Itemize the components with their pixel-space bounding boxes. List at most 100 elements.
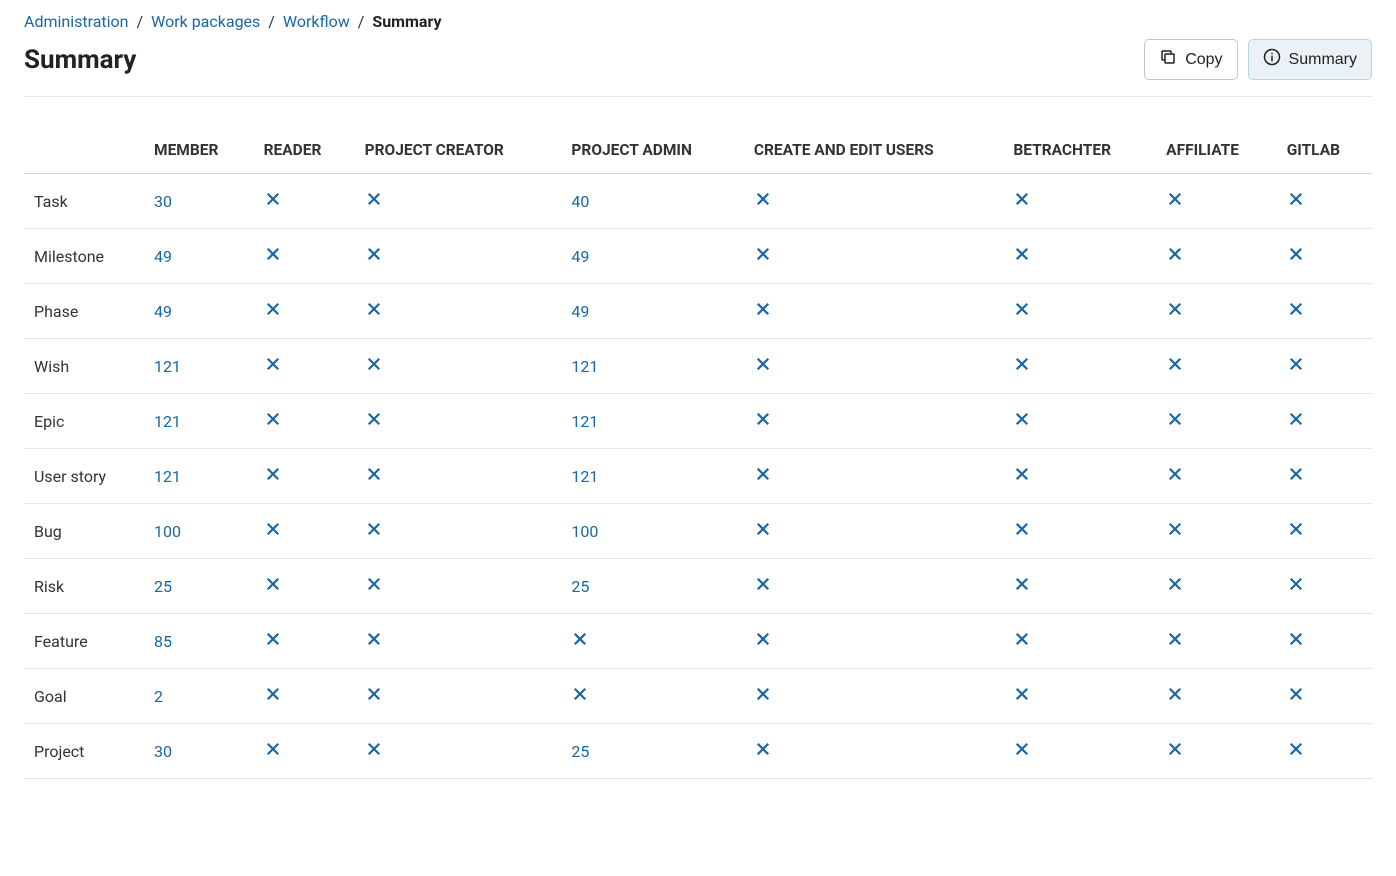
workflow-summary-table: MEMBERREADERPROJECT CREATORPROJECT ADMIN… — [24, 127, 1372, 779]
table-cell — [561, 669, 743, 724]
workflow-count-link[interactable]: 25 — [154, 577, 172, 596]
table-cell: 121 — [561, 449, 743, 504]
table-header-empty — [24, 127, 144, 174]
x-icon — [1166, 190, 1184, 208]
x-icon — [1013, 520, 1031, 538]
workflow-count-link[interactable]: 30 — [154, 192, 172, 211]
x-icon — [754, 740, 772, 758]
copy-button[interactable]: Copy — [1144, 39, 1237, 80]
table-cell — [1156, 724, 1277, 779]
x-icon — [365, 575, 383, 593]
x-icon — [754, 355, 772, 373]
x-icon — [1287, 465, 1305, 483]
table-cell — [1277, 394, 1372, 449]
x-icon — [365, 630, 383, 648]
x-icon — [264, 190, 282, 208]
row-label: Task — [24, 174, 144, 229]
x-icon — [1013, 630, 1031, 648]
workflow-count-link[interactable]: 25 — [571, 577, 589, 596]
table-row: Task 30 40 — [24, 174, 1372, 229]
table-row: Feature 85 — [24, 614, 1372, 669]
x-icon — [1013, 190, 1031, 208]
workflow-count-link[interactable]: 121 — [571, 412, 598, 431]
table-header-cell: BETRACHTER — [1003, 127, 1156, 174]
table-cell: 85 — [144, 614, 254, 669]
x-icon — [365, 355, 383, 373]
row-label: Bug — [24, 504, 144, 559]
info-icon — [1263, 48, 1281, 71]
workflow-count-link[interactable]: 30 — [154, 742, 172, 761]
table-cell — [744, 449, 1004, 504]
x-icon — [264, 355, 282, 373]
table-cell — [254, 669, 355, 724]
breadcrumb-link-work-packages[interactable]: Work packages — [151, 12, 260, 31]
breadcrumb-separator: / — [137, 12, 144, 31]
table-row: Bug 100 100 — [24, 504, 1372, 559]
table-cell — [254, 504, 355, 559]
table-cell: 121 — [561, 394, 743, 449]
table-cell — [1277, 449, 1372, 504]
workflow-count-link[interactable]: 121 — [571, 467, 598, 486]
workflow-count-link[interactable]: 121 — [154, 412, 181, 431]
table-row: Milestone4949 — [24, 229, 1372, 284]
table-cell — [1156, 669, 1277, 724]
x-icon — [264, 575, 282, 593]
table-cell — [254, 229, 355, 284]
row-label: Epic — [24, 394, 144, 449]
table-cell — [254, 614, 355, 669]
summary-button-label: Summary — [1289, 51, 1357, 69]
table-cell — [1003, 174, 1156, 229]
workflow-count-link[interactable]: 100 — [154, 522, 181, 541]
table-cell — [1003, 394, 1156, 449]
x-icon — [1287, 740, 1305, 758]
workflow-count-link[interactable]: 40 — [571, 192, 589, 211]
table-cell: 49 — [561, 284, 743, 339]
table-cell: 100 — [561, 504, 743, 559]
workflow-count-link[interactable]: 49 — [571, 247, 589, 266]
x-icon — [1287, 685, 1305, 703]
x-icon — [571, 630, 589, 648]
workflow-count-link[interactable]: 49 — [154, 302, 172, 321]
row-label: Risk — [24, 559, 144, 614]
x-icon — [264, 740, 282, 758]
table-cell: 25 — [561, 559, 743, 614]
table-cell — [355, 394, 562, 449]
workflow-count-link[interactable]: 49 — [571, 302, 589, 321]
table-row: Wish 121 121 — [24, 339, 1372, 394]
workflow-count-link[interactable]: 2 — [154, 687, 163, 706]
workflow-count-link[interactable]: 25 — [571, 742, 589, 761]
table-row: Risk 25 25 — [24, 559, 1372, 614]
x-icon — [365, 245, 383, 263]
table-cell — [254, 284, 355, 339]
workflow-count-link[interactable]: 121 — [154, 357, 181, 376]
table-cell — [355, 284, 562, 339]
table-cell: 49 — [561, 229, 743, 284]
table-cell — [355, 229, 562, 284]
table-cell — [1277, 504, 1372, 559]
table-header-cell: AFFILIATE — [1156, 127, 1277, 174]
row-label: Project — [24, 724, 144, 779]
x-icon — [754, 630, 772, 648]
x-icon — [1013, 740, 1031, 758]
breadcrumb-link-administration[interactable]: Administration — [24, 12, 129, 31]
table-cell — [1003, 339, 1156, 394]
row-label: Wish — [24, 339, 144, 394]
workflow-count-link[interactable]: 121 — [154, 467, 181, 486]
summary-button[interactable]: Summary — [1248, 39, 1372, 80]
row-label: Feature — [24, 614, 144, 669]
x-icon — [1166, 685, 1184, 703]
table-cell — [561, 614, 743, 669]
workflow-count-link[interactable]: 100 — [571, 522, 598, 541]
table-cell — [744, 559, 1004, 614]
workflow-count-link[interactable]: 49 — [154, 247, 172, 266]
x-icon — [1013, 465, 1031, 483]
breadcrumb-current: Summary — [372, 12, 441, 31]
x-icon — [1013, 410, 1031, 428]
table-cell — [254, 449, 355, 504]
x-icon — [754, 190, 772, 208]
table-cell — [254, 174, 355, 229]
table-cell — [1003, 504, 1156, 559]
workflow-count-link[interactable]: 121 — [571, 357, 598, 376]
workflow-count-link[interactable]: 85 — [154, 632, 172, 651]
breadcrumb-link-workflow[interactable]: Workflow — [283, 12, 350, 31]
